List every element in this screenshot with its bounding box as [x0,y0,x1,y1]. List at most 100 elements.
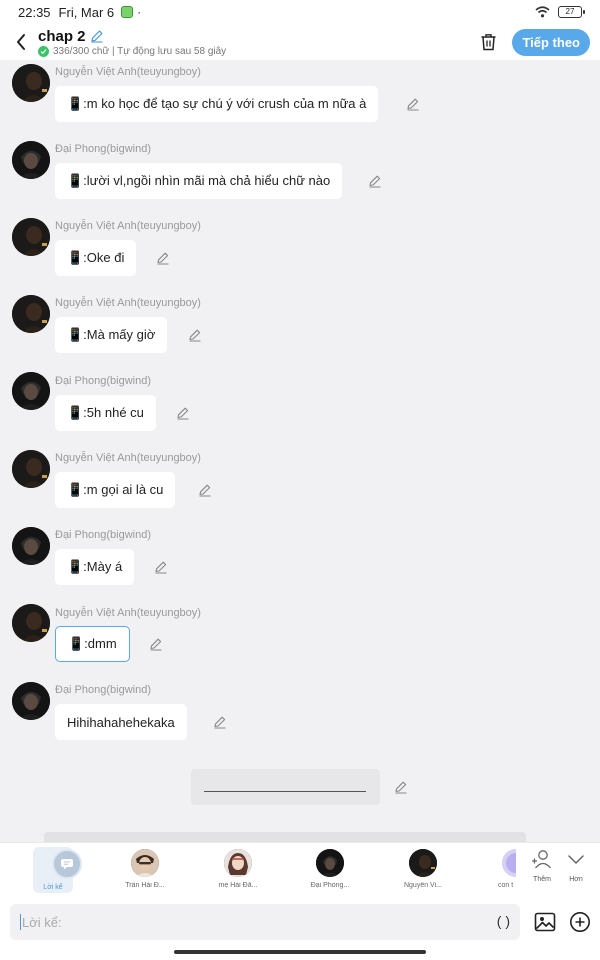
chevron-left-icon [17,34,25,50]
avatar [131,849,159,877]
delete-button[interactable] [476,30,500,54]
saved-check-icon [38,45,49,57]
status-dot: · [137,5,142,19]
list-item: Nguyễn Việt Anh(teuyungboy) 📱:m gọi ai l… [0,449,600,519]
character-label: Nguyễn Vi... [403,882,442,889]
character-label: Lời kể [43,884,63,891]
edit-title-icon[interactable] [90,29,104,43]
text-caret [20,914,21,930]
character-label: Đại Phong... [310,882,350,889]
message-sender: Đại Phong(bigwind) [55,143,151,155]
character-label: mẹ Hải Đă... [218,882,258,889]
message-sender: Đại Phong(bigwind) [55,375,151,387]
status-bar: 22:35 Fri, Mar 6 · 27 [0,0,600,24]
avatar [12,682,50,720]
edit-message-icon[interactable] [406,97,420,111]
character-item[interactable]: Đại Phong... [296,847,364,897]
avatar [316,849,344,877]
chevron-down-icon [568,855,584,865]
narration-underline [204,791,366,792]
home-indicator [174,950,426,954]
character-item[interactable]: con t [472,847,516,897]
edit-message-icon[interactable] [154,560,168,574]
app-notification-icon [121,6,134,18]
avatar [12,141,50,179]
message-bubble[interactable]: 📱:m gọi ai là cu [55,472,176,508]
status-date: Fri, Mar 6 [58,4,115,20]
narration-bubble[interactable] [191,769,380,805]
character-label: Trần Hải Đ... [125,882,165,889]
list-item: Đại Phong(bigwind) 📱:5h nhé cu [0,371,600,441]
add-person-icon [532,850,551,869]
list-item: Nguyễn Việt Anh(teuyungboy) 📱:Oke đi [0,217,600,287]
title-block: chap 2 336/300 chữ | Tự động lưu sau 58 … [38,28,226,57]
edit-narration-icon[interactable] [394,780,408,794]
avatar [502,849,516,877]
autosave-status: 336/300 chữ | Tự động lưu sau 58 giây [53,45,227,57]
list-item: Đại Phong(bigwind) 📱:Mày á [0,526,600,596]
composer-bar: Lời kể: ( ) [0,898,600,960]
edit-message-icon[interactable] [198,483,212,497]
narration-input[interactable]: Lời kể: ( ) [10,904,520,940]
character-item[interactable]: Trần Hải Đ... [111,847,179,897]
avatar [12,604,50,642]
next-button[interactable]: Tiếp theo [512,28,590,56]
battery-icon: 27 [558,6,585,18]
trash-icon [481,34,496,51]
chat-area: Nguyễn Việt Anh(teuyungboy) 📱:m ko học đ… [0,60,600,842]
list-item: Nguyễn Việt Anh(teuyungboy) 📱:Mà mấy giờ [0,294,600,364]
add-circle-icon[interactable] [569,911,591,933]
message-bubble[interactable]: 📱:5h nhé cu [55,395,156,431]
avatar [12,527,50,565]
avatar [12,450,50,488]
edit-message-icon[interactable] [176,406,190,420]
message-bubble[interactable]: 📱:m ko học để tạo sự chú ý với crush của… [55,86,379,122]
add-character-button[interactable]: Thêm [524,849,560,883]
chapter-title: chap 2 [38,27,86,45]
message-sender: Nguyễn Việt Anh(teuyungboy) [55,297,201,309]
character-item[interactable]: Nguyễn Vi... [389,847,457,897]
avatar [12,295,50,333]
message-sender: Đại Phong(bigwind) [55,529,151,541]
message-bubble-selected[interactable]: 📱:dmm [55,626,130,662]
input-placeholder: Lời kể: [22,914,62,930]
message-bubble[interactable]: 📱:Oke đi [55,240,137,276]
message-sender: Nguyễn Việt Anh(teuyungboy) [55,66,201,78]
edit-message-icon[interactable] [156,251,170,265]
avatar [12,64,50,102]
avatar [409,849,437,877]
more-label: Hơn [569,876,583,883]
wifi-icon [535,6,550,18]
edit-message-icon[interactable] [188,328,202,342]
more-button[interactable]: Hơn [558,849,594,883]
message-bubble[interactable]: Hihihahahehekaka [55,704,187,740]
message-bubble[interactable]: 📱:lười vl,ngồi nhìn mãi mà chả hiểu chữ … [55,163,343,199]
list-item: Đại Phong(bigwind) Hihihahahehekaka [0,681,600,751]
character-item[interactable]: mẹ Hải Đă... [204,847,272,897]
character-label: con t [498,882,514,889]
list-item: Nguyễn Việt Anh(teuyungboy) 📱:dmm [0,603,600,673]
avatar [12,372,50,410]
image-icon[interactable] [534,911,556,933]
message-sender: Nguyễn Việt Anh(teuyungboy) [55,607,201,619]
panel-edge [44,832,526,842]
message-bubble[interactable]: 📱:Mà mấy giờ [55,317,168,353]
avatar [12,218,50,256]
message-bubble[interactable]: 📱:Mày á [55,549,135,585]
list-item: Đại Phong(bigwind) 📱:lười vl,ngồi nhìn m… [0,140,600,210]
avatar [224,849,252,877]
list-item: Nguyễn Việt Anh(teuyungboy) 📱:m ko học đ… [0,62,600,132]
message-sender: Đại Phong(bigwind) [55,684,151,696]
edit-message-icon[interactable] [368,174,382,188]
message-sender: Nguyễn Việt Anh(teuyungboy) [55,220,201,232]
back-button[interactable] [10,27,32,57]
message-sender: Nguyễn Việt Anh(teuyungboy) [55,452,201,464]
parentheses-button[interactable]: ( ) [497,913,510,929]
narration-icon [52,849,82,879]
character-narration[interactable]: Lời kể [33,847,101,897]
add-character-label: Thêm [533,876,551,883]
status-time: 22:35 [18,4,51,20]
edit-message-icon[interactable] [213,715,227,729]
edit-message-icon[interactable] [149,637,163,651]
character-selector: Lời kể Trần Hải Đ... mẹ Hải Đă... Đại Ph… [0,842,600,898]
